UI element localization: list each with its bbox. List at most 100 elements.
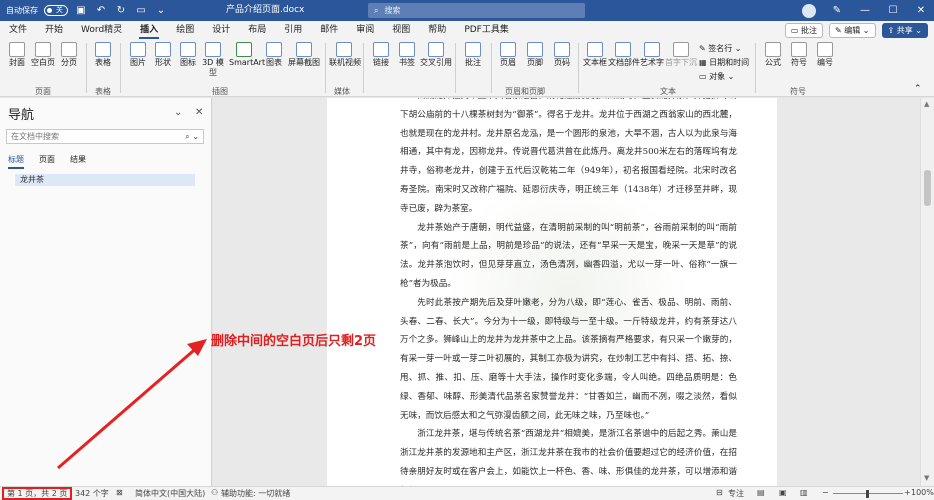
video-icon <box>336 42 352 57</box>
paragraph: 龙井茶始产于唐朝，明代益盛，在清明前采制的叫“明前茶”，谷雨前采制的叫“雨前茶”… <box>400 222 737 289</box>
redo-icon[interactable]: ↻ <box>114 5 128 16</box>
language-status[interactable]: 简体中文(中国大陆) <box>135 488 205 499</box>
autosave-label: 自动保存 <box>6 6 38 15</box>
tab-insert[interactable]: 插入 <box>131 21 167 40</box>
zoom-in-icon[interactable]: + <box>904 488 911 497</box>
scrollbar-thumb[interactable] <box>924 170 931 206</box>
accessibility-status[interactable]: 辅助功能: 一切就绪 <box>221 488 290 499</box>
minimize-icon[interactable]: — <box>858 5 872 16</box>
header-icon <box>500 42 516 57</box>
document-page[interactable]: 西湖龙井位列中国十大名茶之首，清乾隆游览杭州西湖时，盛赞龙井茶，并把狮峰山下胡公… <box>327 98 777 486</box>
tab-headings[interactable]: 标题 <box>8 154 24 169</box>
word-count-status[interactable]: 342 个字 <box>75 488 109 499</box>
close-icon[interactable]: ✕ <box>914 5 928 16</box>
signature-line-icon: ✎ <box>699 44 706 53</box>
link-button[interactable]: 链接 <box>367 42 395 68</box>
scroll-down-icon[interactable]: ▼ <box>924 474 929 482</box>
bookmark-button[interactable]: 书签 <box>393 42 421 68</box>
header-button[interactable]: 页眉 <box>494 42 522 68</box>
table-button[interactable]: 表格 <box>89 42 117 68</box>
tab-references[interactable]: 引用 <box>275 21 311 40</box>
collapse-ribbon-icon[interactable]: ⌃ <box>914 84 922 94</box>
insert-comment-button[interactable]: 批注 <box>459 42 487 68</box>
shapes-button[interactable]: 形状 <box>149 42 177 68</box>
zoom-level[interactable]: 100% <box>911 488 934 497</box>
new-document-icon[interactable]: ▭ <box>134 5 148 16</box>
vertical-scrollbar[interactable]: ▲ ▼ <box>920 98 934 486</box>
tab-layout[interactable]: 布局 <box>239 21 275 40</box>
footer-label: 页脚 <box>527 58 543 67</box>
navigation-search-input[interactable]: 在文档中搜索 ⌕ ⌄ <box>6 129 204 144</box>
cover-page-button[interactable]: 封面 <box>3 42 31 68</box>
page-number-button[interactable]: 页码 <box>548 42 576 68</box>
comments-button[interactable]: ▭ 批注 <box>784 23 823 38</box>
autosave-toggle[interactable]: 关 <box>44 5 68 16</box>
tab-pdf-tools[interactable]: PDF工具集 <box>455 21 518 40</box>
symbol-button[interactable]: 符号 <box>785 42 813 68</box>
share-button[interactable]: ⇪ 共享 ⌄ <box>881 23 928 38</box>
chart-button[interactable]: 图表 <box>260 42 288 68</box>
undo-icon[interactable]: ↶ <box>94 5 108 16</box>
bookmark-icon <box>399 42 415 57</box>
group-label-text: 文本 <box>660 87 676 96</box>
read-mode-icon[interactable]: ▤ <box>757 488 765 497</box>
tab-home[interactable]: 开始 <box>36 21 72 40</box>
page-count-status[interactable]: 第 1 页，共 2 页 <box>2 487 73 500</box>
scroll-up-icon[interactable]: ▲ <box>924 100 929 108</box>
tab-mailings[interactable]: 邮件 <box>311 21 347 40</box>
web-layout-icon[interactable]: ▥ <box>800 488 808 497</box>
tab-design[interactable]: 设计 <box>203 21 239 40</box>
proofing-icon[interactable]: ⊠ <box>116 488 123 497</box>
smartart-icon <box>236 42 252 57</box>
quick-access-toolbar: 自动保存 关 ▣ ↶ ↻ ▭ ⌄ <box>0 5 205 16</box>
smartart-label: SmartArt <box>229 58 266 67</box>
equation-button[interactable]: 公式 <box>759 42 787 68</box>
tab-review[interactable]: 审阅 <box>347 21 383 40</box>
tab-word-jingling[interactable]: Word精灵 <box>72 21 131 40</box>
zoom-slider-thumb[interactable] <box>866 490 869 498</box>
smartart-button[interactable]: SmartArt <box>229 42 266 68</box>
close-icon[interactable]: ✕ <box>195 107 203 118</box>
tab-view[interactable]: 视图 <box>383 21 419 40</box>
blank-page-button[interactable]: 空白页 <box>29 42 57 68</box>
page-break-button[interactable]: 分页 <box>55 42 83 68</box>
textbox-button[interactable]: 文本框 <box>581 42 609 68</box>
customize-toolbar-icon[interactable]: ⌄ <box>154 5 168 16</box>
numbering-button[interactable]: 编号 <box>811 42 839 68</box>
object-button[interactable]: ▭ 对象 ⌄ <box>699 71 734 82</box>
online-video-button[interactable]: 联机视频 <box>329 42 361 68</box>
chart-icon <box>266 42 282 57</box>
print-layout-icon[interactable]: ▣ <box>779 488 787 497</box>
footer-button[interactable]: 页脚 <box>521 42 549 68</box>
wordart-button[interactable]: 艺术字 <box>638 42 666 68</box>
textbox-label: 文本框 <box>583 58 607 67</box>
search-input[interactable]: ⌕ 搜索 <box>368 3 585 18</box>
screenshot-button[interactable]: 屏幕截图 <box>287 42 321 68</box>
signature-line-button[interactable]: ✎ 签名行 ⌄ <box>699 43 742 54</box>
editing-mode-button[interactable]: ✎ 编辑 ⌄ <box>829 23 876 38</box>
maximize-icon[interactable]: ☐ <box>886 5 900 16</box>
search-icon[interactable]: ⌕ ⌄ <box>185 130 199 143</box>
3d-models-button[interactable]: 3D 模型 <box>199 42 227 77</box>
avatar[interactable] <box>802 3 816 18</box>
tab-file[interactable]: 文件 <box>0 21 36 40</box>
tab-draw[interactable]: 绘图 <box>167 21 203 40</box>
document-parts-button[interactable]: 文档部件 <box>608 42 640 68</box>
tab-pages[interactable]: 页面 <box>39 154 55 169</box>
heading-item[interactable]: 龙井茶 <box>15 174 195 186</box>
icons-button[interactable]: 图标 <box>174 42 202 68</box>
drop-cap-button[interactable]: 首字下沉 <box>665 42 697 68</box>
save-icon[interactable]: ▣ <box>74 5 88 16</box>
tab-help[interactable]: 帮助 <box>419 21 455 40</box>
document-body[interactable]: 西湖龙井位列中国十大名茶之首，清乾隆游览杭州西湖时，盛赞龙井茶，并把狮峰山下胡公… <box>400 98 737 486</box>
tab-results[interactable]: 结果 <box>70 154 86 169</box>
screenshot-label: 屏幕截图 <box>288 58 320 67</box>
picture-button[interactable]: 图片 <box>124 42 152 68</box>
cross-reference-button[interactable]: 交叉引用 <box>420 42 452 68</box>
focus-mode-button[interactable]: 专注 <box>728 488 744 499</box>
date-time-button[interactable]: ▦ 日期和时间 <box>699 57 749 68</box>
chevron-down-icon[interactable]: ⌄ <box>174 107 182 118</box>
link-label: 链接 <box>373 58 389 67</box>
zoom-out-icon[interactable]: − <box>822 488 829 497</box>
pen-icon[interactable]: ✎ <box>830 5 844 16</box>
